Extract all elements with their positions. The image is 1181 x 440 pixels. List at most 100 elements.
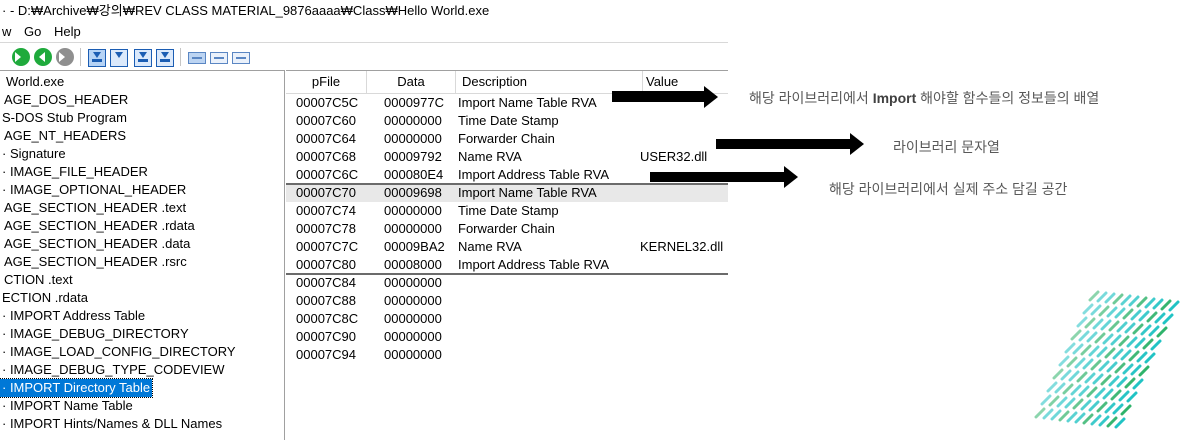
decorative-stripe — [1124, 322, 1136, 334]
table-row[interactable]: 00007C78 00000000 Forwarder Chain — [286, 220, 728, 238]
decorative-stripe — [1114, 362, 1126, 374]
table-row[interactable]: 00007C7C 00009BA2 Name RVA KERNEL32.dll — [286, 238, 728, 256]
back-green-icon[interactable] — [34, 48, 52, 66]
tree-item[interactable]: · IMPORT Name Table — [2, 397, 133, 415]
decorative-stripe — [1152, 298, 1164, 310]
import-addr-icon[interactable] — [88, 49, 106, 67]
tree-item[interactable]: AGE_DOS_HEADER — [4, 91, 128, 109]
table-row[interactable]: 00007C8C 00000000 — [286, 310, 728, 328]
tree-item[interactable]: · IMAGE_LOAD_CONFIG_DIRECTORY — [2, 343, 236, 361]
tree-item[interactable]: · IMPORT Address Table — [2, 307, 145, 325]
decorative-stripe — [1058, 355, 1070, 367]
tree-item[interactable]: ECTION .rdata — [2, 289, 88, 307]
decorative-stripe — [1098, 305, 1110, 317]
decorative-stripe — [1078, 330, 1090, 342]
annotation-arrow — [612, 86, 722, 108]
save-icon[interactable] — [156, 49, 174, 67]
table-row[interactable]: 00007C84 00000000 — [286, 274, 728, 292]
structure-tree: World.exe AGE_DOS_HEADER S-DOS Stub Prog… — [0, 70, 285, 440]
menu-view[interactable]: w — [2, 22, 11, 42]
cell-description: Import Name Table RVA — [458, 185, 597, 200]
decorative-stripe — [1114, 307, 1126, 319]
annotation-name-rva: 라이브러리 문자열 — [893, 139, 1000, 155]
toolbar-separator — [80, 48, 81, 66]
cell-pfile: 00007C90 — [296, 329, 356, 344]
tree-item-selected[interactable]: · IMPORT Directory Table — [0, 378, 154, 398]
decorative-stripe — [1112, 403, 1124, 415]
decorative-stripe — [1150, 339, 1162, 351]
decorative-stripe — [1134, 337, 1146, 349]
decorative-stripe — [1070, 329, 1082, 341]
table-row[interactable]: 00007C80 00008000 Import Address Table RVA — [286, 256, 728, 274]
table-row[interactable]: 00007C94 00000000 — [286, 346, 728, 364]
table-row[interactable]: 00007C64 00000000 Forwarder Chain — [286, 130, 728, 148]
decorative-stripe — [1088, 345, 1100, 357]
forward-gray-icon[interactable] — [56, 48, 74, 66]
cell-pfile: 00007C6C — [296, 167, 359, 182]
decorative-stripe — [1046, 381, 1058, 393]
table-row[interactable]: 00007C68 00009792 Name RVA USER32.dll — [286, 148, 728, 166]
decorative-stripe — [1106, 306, 1118, 318]
tree-item[interactable]: · IMPORT Hints/Names & DLL Names — [2, 415, 222, 433]
decorative-stripe — [1088, 290, 1100, 302]
column-header-data[interactable]: Data — [367, 71, 456, 94]
menu-help[interactable]: Help — [54, 22, 81, 42]
menu-go[interactable]: Go — [24, 22, 41, 42]
table-row[interactable]: 00007C90 00000000 — [286, 328, 728, 346]
tree-item[interactable]: AGE_NT_HEADERS — [4, 127, 126, 145]
cell-pfile: 00007C88 — [296, 293, 356, 308]
tree-item[interactable]: · IMAGE_DEBUG_TYPE_CODEVIEW — [2, 361, 225, 379]
decorative-stripe — [1106, 416, 1118, 428]
tree-item[interactable]: CTION .text — [4, 271, 73, 289]
table-row[interactable]: 00007C74 00000000 Time Date Stamp — [286, 202, 728, 220]
tree-item-file[interactable]: World.exe — [6, 73, 64, 91]
table-row[interactable]: 00007C88 00000000 — [286, 292, 728, 310]
cell-description: Import Name Table RVA — [458, 95, 597, 110]
tree-item[interactable]: AGE_SECTION_HEADER .data — [4, 235, 190, 253]
view-dword-icon[interactable] — [232, 52, 250, 64]
decorative-stripe — [1098, 415, 1110, 427]
forward-green-icon[interactable] — [12, 48, 30, 66]
decorative-stripe — [1086, 386, 1098, 398]
cell-data: 00000000 — [384, 131, 442, 146]
decorative-stripe — [1092, 373, 1104, 385]
annotation-arrow — [650, 166, 800, 188]
window-title-bar: · - D:₩Archive₩강의₩REV CLASS MATERIAL_987… — [0, 0, 728, 22]
export-icon[interactable] — [110, 49, 128, 67]
decorative-stripe — [1128, 295, 1140, 307]
tree-item[interactable]: · IMAGE_OPTIONAL_HEADER — [2, 181, 186, 199]
import-dir-icon[interactable] — [134, 49, 152, 67]
view-bytes-icon[interactable] — [188, 52, 206, 64]
decorative-stripe — [1104, 347, 1116, 359]
table-row[interactable]: 00007C60 00000000 Time Date Stamp — [286, 112, 728, 130]
decorative-stripe — [1088, 400, 1100, 412]
decorative-stripe — [1072, 398, 1084, 410]
cell-data: 00000000 — [384, 203, 442, 218]
cell-pfile: 00007C8C — [296, 311, 359, 326]
decorative-stripe — [1162, 313, 1174, 325]
tree-item[interactable]: AGE_SECTION_HEADER .rsrc — [4, 253, 187, 271]
cell-pfile: 00007C7C — [296, 239, 359, 254]
cell-description: Name RVA — [458, 239, 522, 254]
cell-data: 0000977C — [384, 95, 444, 110]
column-header-pfile[interactable]: pFile — [286, 71, 367, 94]
view-word-icon[interactable] — [210, 52, 228, 64]
cell-data: 00000000 — [384, 311, 442, 326]
decorative-stripe — [1034, 407, 1046, 419]
decorative-stripe — [1048, 395, 1060, 407]
decorative-stripe — [1084, 372, 1096, 384]
cell-description: Time Date Stamp — [458, 113, 559, 128]
tree-item[interactable]: · IMAGE_DEBUG_DIRECTORY — [2, 325, 189, 343]
tree-item[interactable]: AGE_SECTION_HEADER .text — [4, 199, 186, 217]
decorative-stripe — [1108, 320, 1120, 332]
data-list-view: pFile Data Description Value 00007C5C 000… — [286, 70, 728, 440]
decorative-stripe — [1132, 323, 1144, 335]
decorative-stripe — [1132, 378, 1144, 390]
toolbar-separator — [180, 48, 181, 66]
cell-pfile: 00007C64 — [296, 131, 356, 146]
tree-item[interactable]: · IMAGE_FILE_HEADER — [2, 163, 148, 181]
tree-item[interactable]: AGE_SECTION_HEADER .rdata — [4, 217, 195, 235]
tree-item[interactable]: S-DOS Stub Program — [2, 109, 127, 127]
tree-item[interactable]: · Signature — [2, 145, 66, 163]
decorative-stripe — [1060, 369, 1072, 381]
